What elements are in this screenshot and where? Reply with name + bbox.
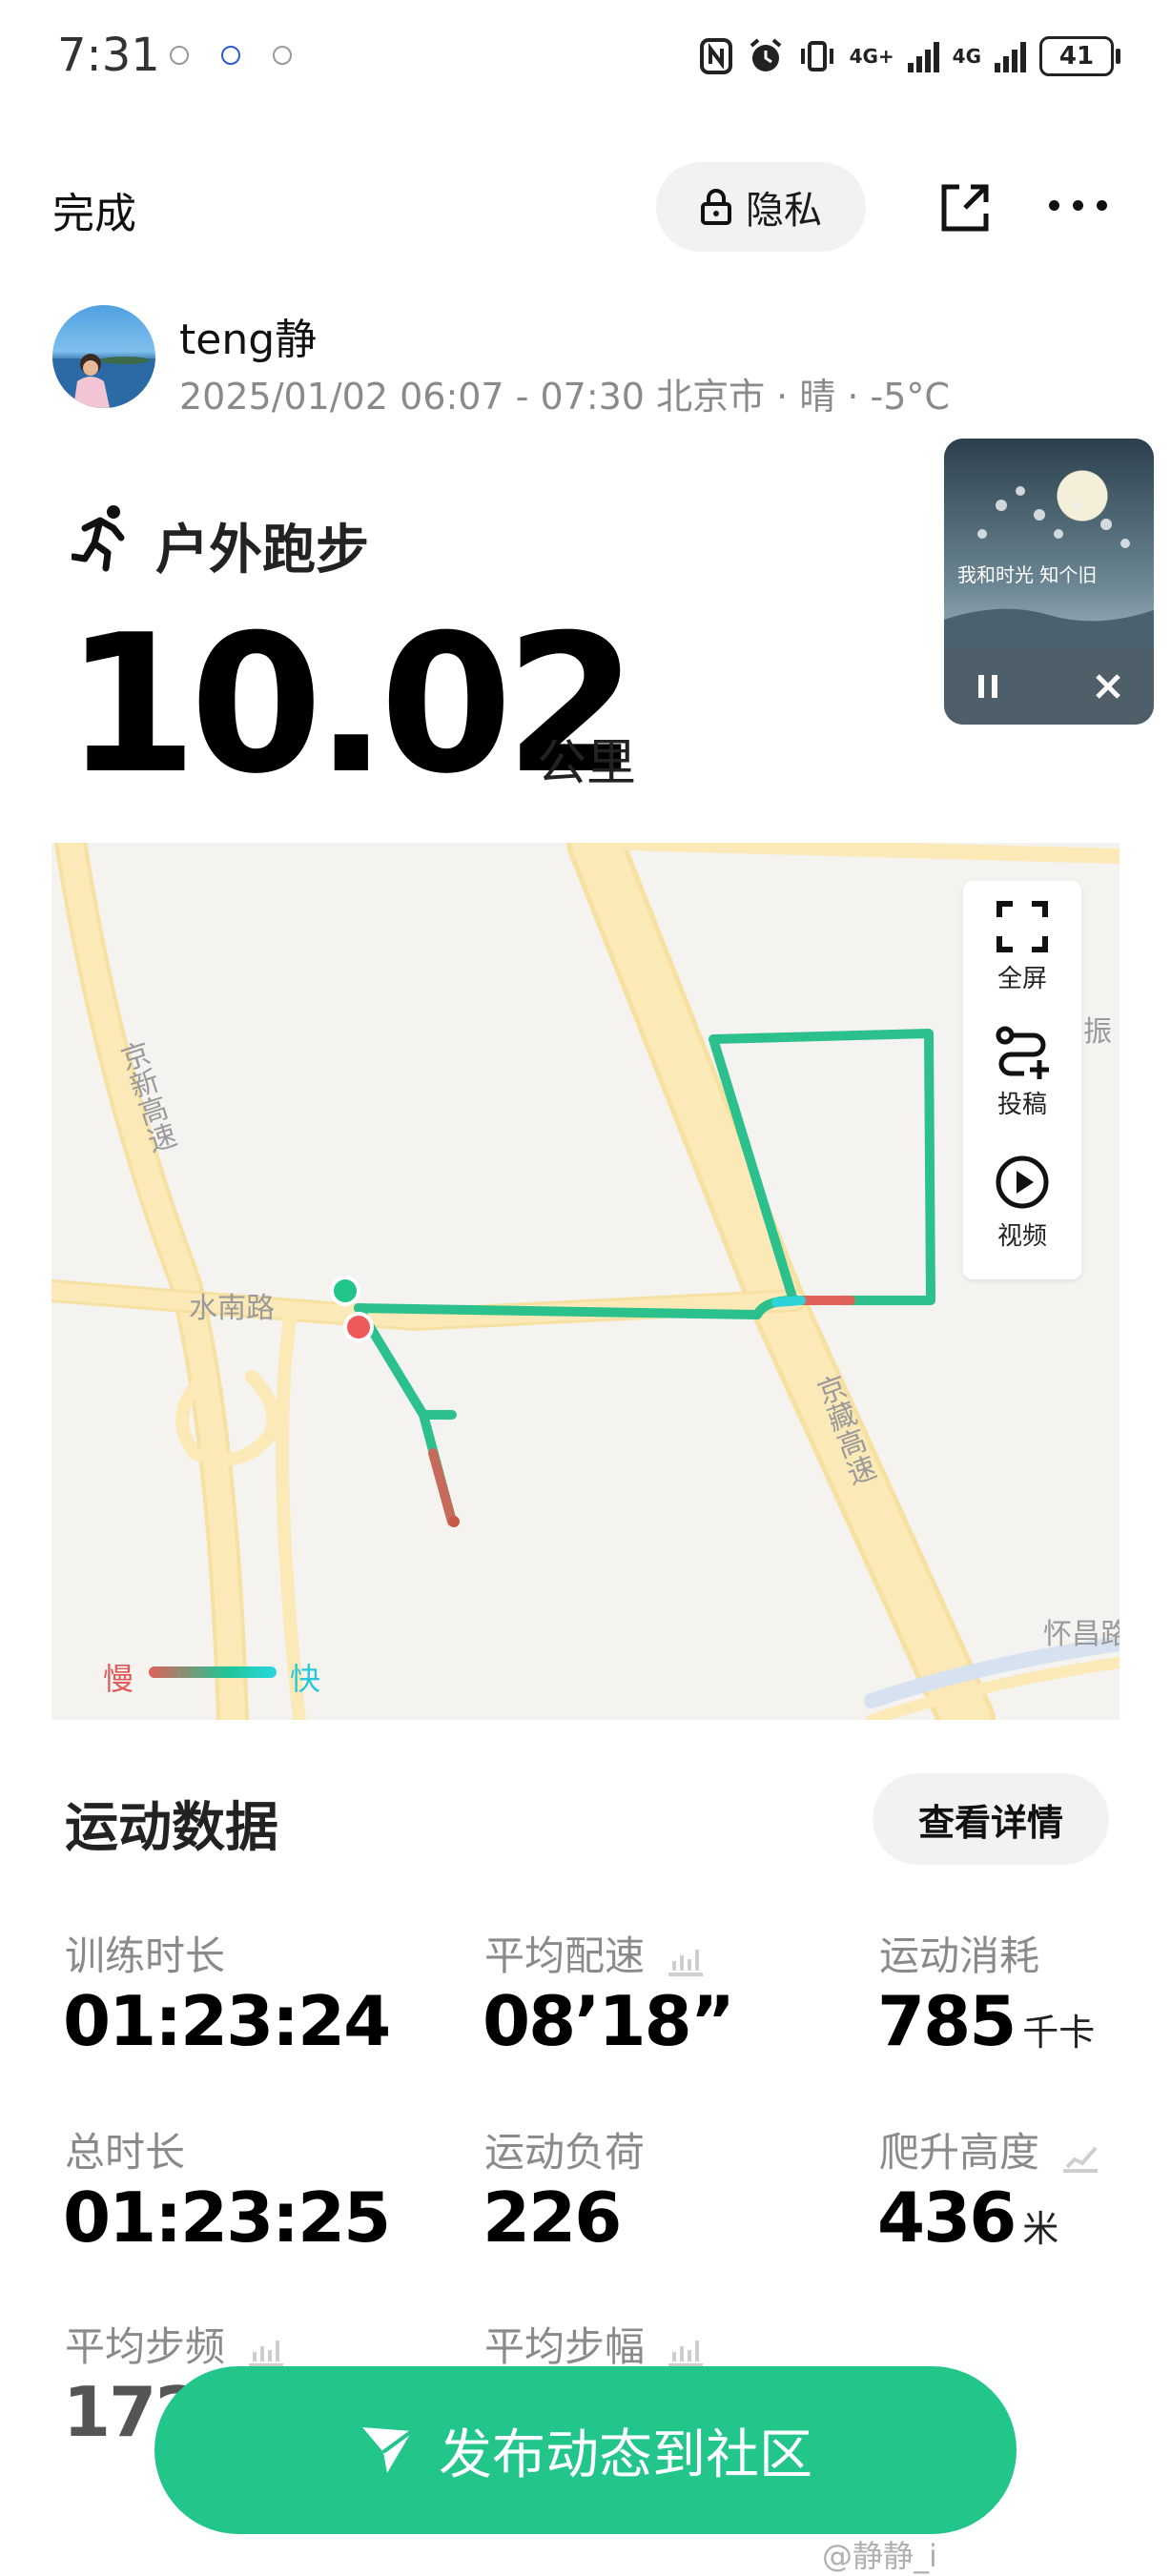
stat-unit: 米 [1022,2208,1059,2250]
share-icon [941,184,989,232]
running-icon [70,503,133,572]
map-canvas: 京新高速 水南路 京藏高速 怀昌路 振 [51,843,1120,1720]
network-type-1: 4G+ [849,45,894,68]
submit-route-button[interactable]: 投稿 [963,1026,1081,1120]
battery-icon: 41 [1039,36,1120,76]
trend-chart-icon [1063,2146,1099,2173]
stat-label: 总时长 [65,2129,186,2176]
pause-icon[interactable] [973,671,1003,702]
legend-slow-label: 慢 [103,1661,134,1697]
avatar-image [52,354,155,408]
publish-to-community-button[interactable]: 发布动态到社区 [154,2366,1017,2534]
stat-label: 平均步频 [65,2323,226,2370]
map-controls: 全屏 投稿 视频 [963,881,1081,1279]
privacy-label: 隐私 [746,189,822,233]
stat-value: 08’18” [483,1981,735,2061]
stat-label-climb: 爬升高度 [879,2120,1099,2178]
stat-label: 运动消耗 [879,1932,1040,1979]
signal-icon [995,40,1026,72]
route-add-icon [996,1026,1049,1079]
signal-icon [907,40,939,72]
activity-meta: 2025/01/02 06:07 - 07:30 北京市 · 晴 · -5°C [179,376,950,418]
stat-unit: 千卡 [1022,2012,1096,2054]
status-icons: 4G+ 4G 41 [699,32,1120,80]
vibrate-icon [800,41,833,72]
done-button[interactable]: 完成 [52,179,136,240]
fullscreen-icon [996,901,1048,952]
stat-value: 436 [877,2177,1017,2258]
submit-label: 投稿 [996,1091,1047,1119]
network-type-2: 4G [952,45,981,68]
avatar[interactable] [52,305,155,408]
publish-label: 发布动态到社区 [439,2423,812,2486]
section-title: 运动数据 [65,1797,278,1859]
trend-chart-icon [249,2340,284,2367]
stat-label: 爬升高度 [879,2129,1040,2176]
stat-value-climb: 436 米 [877,2177,1058,2258]
lock-icon [701,189,731,225]
album-art-text: 我和时光 知个旧 [957,563,1097,586]
video-label: 视频 [996,1222,1047,1251]
send-icon [362,2427,414,2473]
status-time: 7:31 [57,29,160,82]
stat-value: 785 [877,1981,1017,2061]
road-label-huaichang: 怀昌路 [1043,1618,1120,1651]
privacy-button[interactable]: 隐私 [656,162,866,252]
view-details-button[interactable]: 查看详情 [873,1773,1109,1865]
trend-chart-icon [668,2340,704,2367]
trend-chart-icon [668,1949,704,1976]
album-art: 我和时光 知个旧 [944,439,1154,648]
distance-unit: 公里 [537,735,637,792]
road-label-zhen: 振 [1083,1015,1112,1049]
stat-label-cadence: 平均步频 [65,2315,285,2373]
legend-fast-label: 快 [290,1661,321,1697]
more-button[interactable] [1049,191,1116,219]
stat-label-stride: 平均步幅 [484,2315,705,2373]
stat-value: 226 [483,2177,622,2258]
activity-type: 户外跑步 [155,520,369,582]
stat-label: 运动负荷 [484,2129,646,2176]
fullscreen-button[interactable]: 全屏 [963,900,1081,994]
route-map[interactable]: 京新高速 水南路 京藏高速 怀昌路 振 [51,843,1120,1720]
stat-value-calories: 785 千卡 [877,1981,1095,2061]
pace-legend-bar [149,1666,277,1678]
stat-label: 平均配速 [484,1932,646,1979]
stat-value: 01:23:24 [63,1981,391,2061]
notification-icon [221,46,240,65]
stat-label-pace: 平均配速 [484,1924,705,1982]
fullscreen-label: 全屏 [996,965,1047,993]
alarm-icon [750,38,781,72]
user-name: teng静 [179,316,318,364]
stat-label: 平均步幅 [484,2323,646,2370]
nfc-icon [699,38,732,74]
play-circle-icon [996,1155,1049,1209]
watermark: @静静_i [822,2538,937,2574]
stat-value: 01:23:25 [63,2177,391,2258]
notification-icon [170,46,189,65]
road-label-shuinan: 水南路 [189,1292,275,1325]
share-button[interactable] [936,179,994,236]
mini-player-controls [944,648,1154,725]
close-icon[interactable] [1093,671,1123,702]
video-button[interactable]: 视频 [963,1154,1081,1252]
stat-label: 训练时长 [65,1932,226,1979]
mini-player[interactable]: 我和时光 知个旧 [944,439,1154,725]
notification-icon [273,46,292,65]
